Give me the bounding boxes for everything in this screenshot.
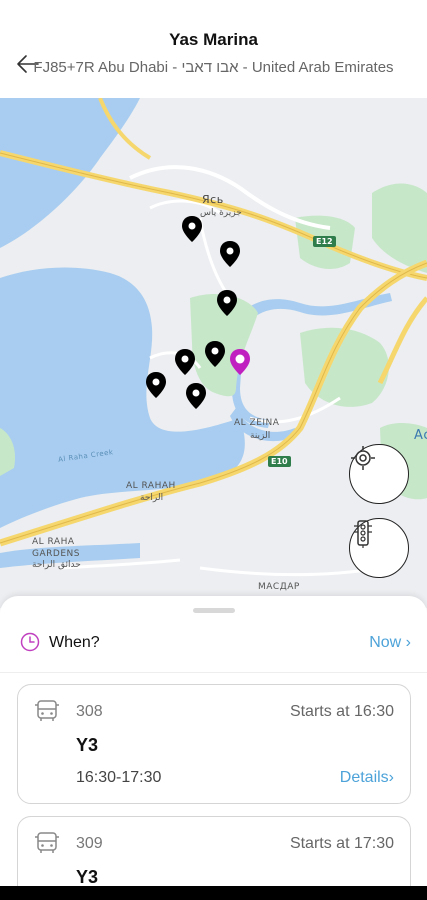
trip-card[interactable]: 308 Starts at 16:30 Y3 16:30-17:30 Detai… [17, 684, 411, 804]
start-time: Starts at 16:30 [289, 703, 394, 720]
map-label-al-rahah-arabic: الراحة [140, 493, 164, 503]
divider [0, 672, 427, 673]
trip-card[interactable]: 309 Starts at 17:30 Y3 [17, 816, 411, 886]
clock-icon [20, 632, 40, 652]
line-name: Y3 [76, 735, 99, 755]
map-label-masdar: МАСДАР [258, 582, 300, 592]
map-label-al-raha-gardens-arabic: حدائق الراحة [32, 560, 81, 570]
route-number: 309 [76, 835, 103, 852]
map-label-al-zeina-arabic: الزينة [250, 431, 271, 441]
route-number: 308 [76, 703, 103, 720]
line-name: Y3 [76, 867, 99, 886]
map-label-yas-arabic: جزيرة ياس [200, 208, 242, 218]
map-label-e10: E10 [268, 456, 291, 467]
address-subtitle: FJ85+7R Abu Dhabi - אבו דאבי - United Ar… [33, 59, 394, 76]
map-label-al-raha-gardens: AL RAHA GARDENS [32, 537, 80, 559]
map-label-e12: E12 [313, 236, 336, 247]
system-nav-bar [0, 886, 427, 900]
bus-icon [35, 832, 59, 853]
bottom-sheet: When? Now › 308 Starts at 16:30 Y3 16:30… [0, 596, 427, 886]
time-range: 16:30-17:30 [76, 769, 162, 786]
now-selector[interactable]: Now › [369, 634, 411, 652]
when-label: When? [49, 634, 100, 651]
bus-icon [35, 700, 59, 721]
map-label-edge: Ас [414, 428, 427, 443]
map-label-yas: Ясь [202, 193, 224, 206]
sheet-drag-handle[interactable] [193, 608, 235, 613]
details-link[interactable]: Details› [340, 769, 394, 787]
map[interactable]: Ясь جزيرة ياس E12 E10 AL ZEINA الزينة AL… [0, 98, 427, 608]
header: Yas Marina FJ85+7R Abu Dhabi - אבו דאבי … [0, 0, 427, 98]
when-row: When? Now › [0, 626, 427, 660]
page-title: Yas Marina [169, 30, 258, 49]
map-label-al-zeina: AL ZEINA [234, 418, 280, 428]
start-time: Starts at 17:30 [289, 835, 394, 852]
locate-button[interactable] [349, 444, 409, 504]
traffic-button[interactable] [349, 518, 409, 578]
locate-target-icon [351, 446, 375, 470]
traffic-light-icon [354, 520, 372, 548]
map-label-al-rahah: AL RAHAH [126, 481, 176, 491]
